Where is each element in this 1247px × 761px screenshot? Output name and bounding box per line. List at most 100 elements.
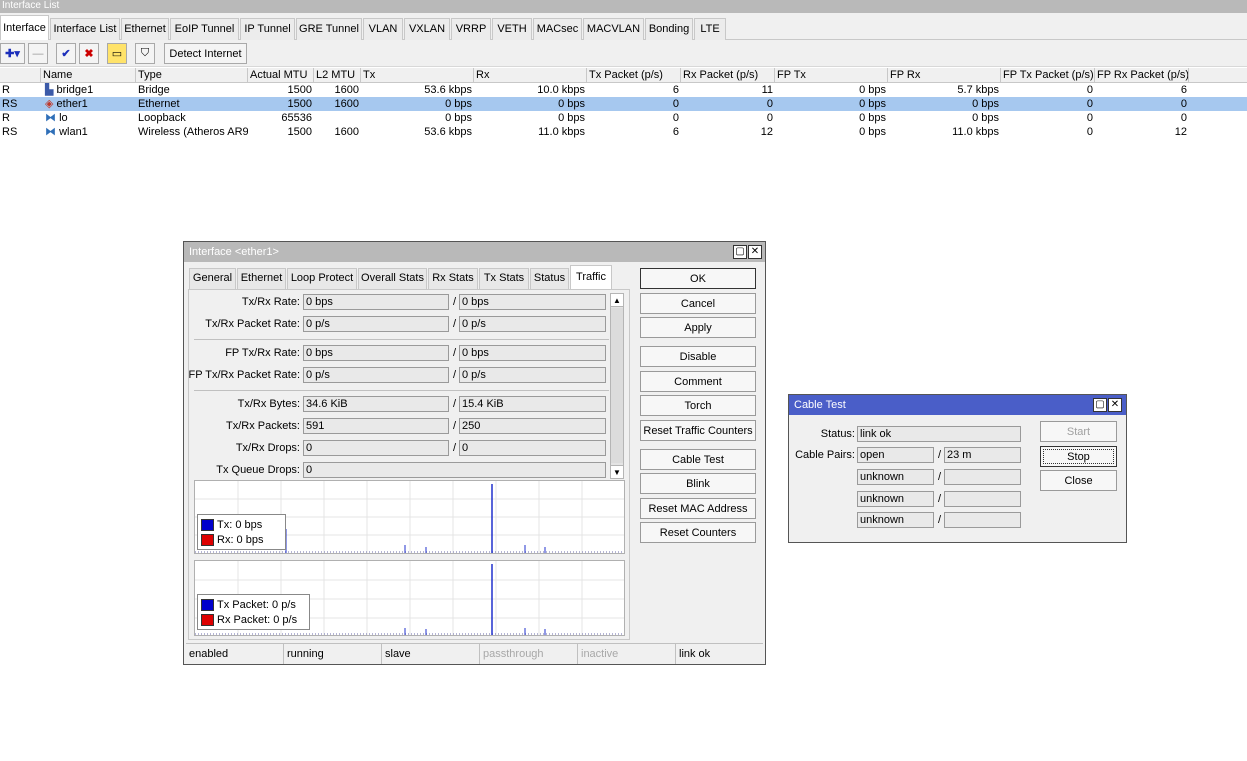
start-button[interactable]: Start [1040, 421, 1117, 442]
dtab-ethernet[interactable]: Ethernet [237, 268, 286, 289]
disable-button[interactable]: Disable [640, 346, 756, 367]
table-row-selected[interactable]: RS ◈ ether1 Ethernet 1500 1600 0 bps 0 b… [0, 97, 1247, 111]
rx-rate-legend: Rx: 0 bps [217, 533, 264, 546]
maximize-icon[interactable]: ▢ [1093, 398, 1107, 412]
tab-vrrp[interactable]: VRRP [451, 18, 491, 40]
rx-packet-rate-field[interactable]: 0 p/s [459, 316, 606, 332]
separator-slash: / [453, 369, 457, 381]
col-tx[interactable]: Tx [361, 68, 474, 83]
fp-tx-packet-rate-field[interactable]: 0 p/s [303, 367, 449, 383]
col-tx-packet[interactable]: Tx Packet (p/s) [587, 68, 681, 83]
add-icon[interactable]: ✚▾ [0, 43, 25, 64]
filter-icon[interactable]: ⛉ [135, 43, 155, 64]
tx-drops-field[interactable]: 0 [303, 440, 449, 456]
row-fptx: 0 bps [859, 112, 886, 124]
pair2-state-field[interactable]: unknown [857, 469, 934, 485]
col-rx-packet[interactable]: Rx Packet (p/s) [681, 68, 775, 83]
pair1-state-field[interactable]: open [857, 447, 934, 463]
fp-rx-rate-field[interactable]: 0 bps [459, 345, 606, 361]
pair3-state-field[interactable]: unknown [857, 491, 934, 507]
pair4-length-field[interactable] [944, 512, 1021, 528]
cable-status-field[interactable]: link ok [857, 426, 1021, 442]
dtab-rx-stats[interactable]: Rx Stats [428, 268, 478, 289]
enable-check-icon[interactable]: ✔ [56, 43, 76, 64]
col-flags[interactable] [0, 68, 41, 83]
tab-bonding[interactable]: Bonding [645, 18, 693, 40]
tab-ethernet[interactable]: Ethernet [121, 18, 169, 40]
rx-bytes-field[interactable]: 15.4 KiB [459, 396, 606, 412]
row-rxp: 0 [766, 112, 773, 124]
col-type[interactable]: Type [136, 68, 248, 83]
reset-mac-address-button[interactable]: Reset MAC Address [640, 498, 756, 519]
col-l2-mtu[interactable]: L2 MTU [314, 68, 361, 83]
tab-lte[interactable]: LTE [694, 18, 726, 40]
dtab-loop-protect[interactable]: Loop Protect [287, 268, 357, 289]
close-icon[interactable]: ✕ [1108, 398, 1122, 412]
scroll-up-icon[interactable]: ▲ [611, 294, 623, 307]
col-fp-tx-packet[interactable]: FP Tx Packet (p/s) [1001, 68, 1095, 83]
dtab-general[interactable]: General [189, 268, 236, 289]
blink-button[interactable]: Blink [640, 473, 756, 494]
pair4-state-field[interactable]: unknown [857, 512, 934, 528]
remove-icon[interactable]: — [28, 43, 48, 64]
tx-packets-field[interactable]: 591 [303, 418, 449, 434]
dtab-status[interactable]: Status [530, 268, 569, 289]
col-name[interactable]: Name [41, 68, 136, 83]
pair1-length-field[interactable]: 23 m [944, 447, 1021, 463]
tx-packet-rate-field[interactable]: 0 p/s [303, 316, 449, 332]
row-rxp: 0 [766, 98, 773, 110]
dtab-overall-stats[interactable]: Overall Stats [358, 268, 427, 289]
ok-button[interactable]: OK [640, 268, 756, 289]
rx-rate-field[interactable]: 0 bps [459, 294, 606, 310]
separator-slash: / [453, 318, 457, 330]
table-row[interactable]: RS ⧓ wlan1 Wireless (Atheros AR9... 1500… [0, 125, 1247, 139]
tab-gre-tunnel[interactable]: GRE Tunnel [296, 18, 362, 40]
detect-internet-button[interactable]: Detect Internet [164, 43, 247, 64]
rx-packets-field[interactable]: 250 [459, 418, 606, 434]
tab-eoip-tunnel[interactable]: EoIP Tunnel [170, 18, 239, 40]
scrollbar[interactable]: ▲ ▼ [610, 293, 624, 479]
row-flag: R [2, 112, 10, 124]
col-actual-mtu[interactable]: Actual MTU [248, 68, 314, 83]
tx-bytes-field[interactable]: 34.6 KiB [303, 396, 449, 412]
stop-button[interactable]: Stop [1040, 446, 1117, 467]
col-fp-rx-packet[interactable]: FP Rx Packet (p/s) [1095, 68, 1189, 83]
tab-interface-list[interactable]: Interface List [50, 18, 120, 40]
disable-x-icon[interactable]: ✖ [79, 43, 99, 64]
tab-vlan[interactable]: VLAN [363, 18, 403, 40]
comment-button[interactable]: Comment [640, 371, 756, 392]
rx-drops-field[interactable]: 0 [459, 440, 606, 456]
fp-rx-packet-rate-field[interactable]: 0 p/s [459, 367, 606, 383]
col-rx[interactable]: Rx [474, 68, 587, 83]
tab-ip-tunnel[interactable]: IP Tunnel [240, 18, 295, 40]
reset-traffic-counters-button[interactable]: Reset Traffic Counters [640, 420, 756, 441]
dtab-tx-stats[interactable]: Tx Stats [479, 268, 529, 289]
tx-queue-drops-field[interactable]: 0 [303, 462, 606, 478]
pair2-length-field[interactable] [944, 469, 1021, 485]
col-fp-rx[interactable]: FP Rx [888, 68, 1001, 83]
scroll-thumb[interactable] [611, 308, 623, 463]
table-row[interactable]: R ▙ bridge1 Bridge 1500 1600 53.6 kbps 1… [0, 83, 1247, 97]
reset-counters-button[interactable]: Reset Counters [640, 522, 756, 543]
tab-interface[interactable]: Interface [0, 15, 49, 41]
fp-tx-rate-field[interactable]: 0 bps [303, 345, 449, 361]
scroll-down-icon[interactable]: ▼ [611, 465, 623, 478]
comment-icon[interactable]: ▭ [107, 43, 127, 64]
torch-button[interactable]: Torch [640, 395, 756, 416]
col-fp-tx[interactable]: FP Tx [775, 68, 888, 83]
cable-test-button[interactable]: Cable Test [640, 449, 756, 470]
cancel-button[interactable]: Cancel [640, 293, 756, 314]
pair3-length-field[interactable] [944, 491, 1021, 507]
tab-veth[interactable]: VETH [492, 18, 532, 40]
close-icon[interactable]: ✕ [748, 245, 762, 259]
tab-macsec[interactable]: MACsec [533, 18, 582, 40]
tx-rate-field[interactable]: 0 bps [303, 294, 449, 310]
apply-button[interactable]: Apply [640, 317, 756, 338]
maximize-icon[interactable]: ▢ [733, 245, 747, 259]
tab-vxlan[interactable]: VXLAN [404, 18, 450, 40]
close-button[interactable]: Close [1040, 470, 1117, 491]
tab-macvlan[interactable]: MACVLAN [583, 18, 644, 40]
dtab-traffic[interactable]: Traffic [570, 265, 612, 290]
row-fprxp: 6 [1180, 84, 1187, 96]
table-row[interactable]: R ⧓ lo Loopback 65536 0 bps 0 bps 0 0 0 … [0, 111, 1247, 125]
